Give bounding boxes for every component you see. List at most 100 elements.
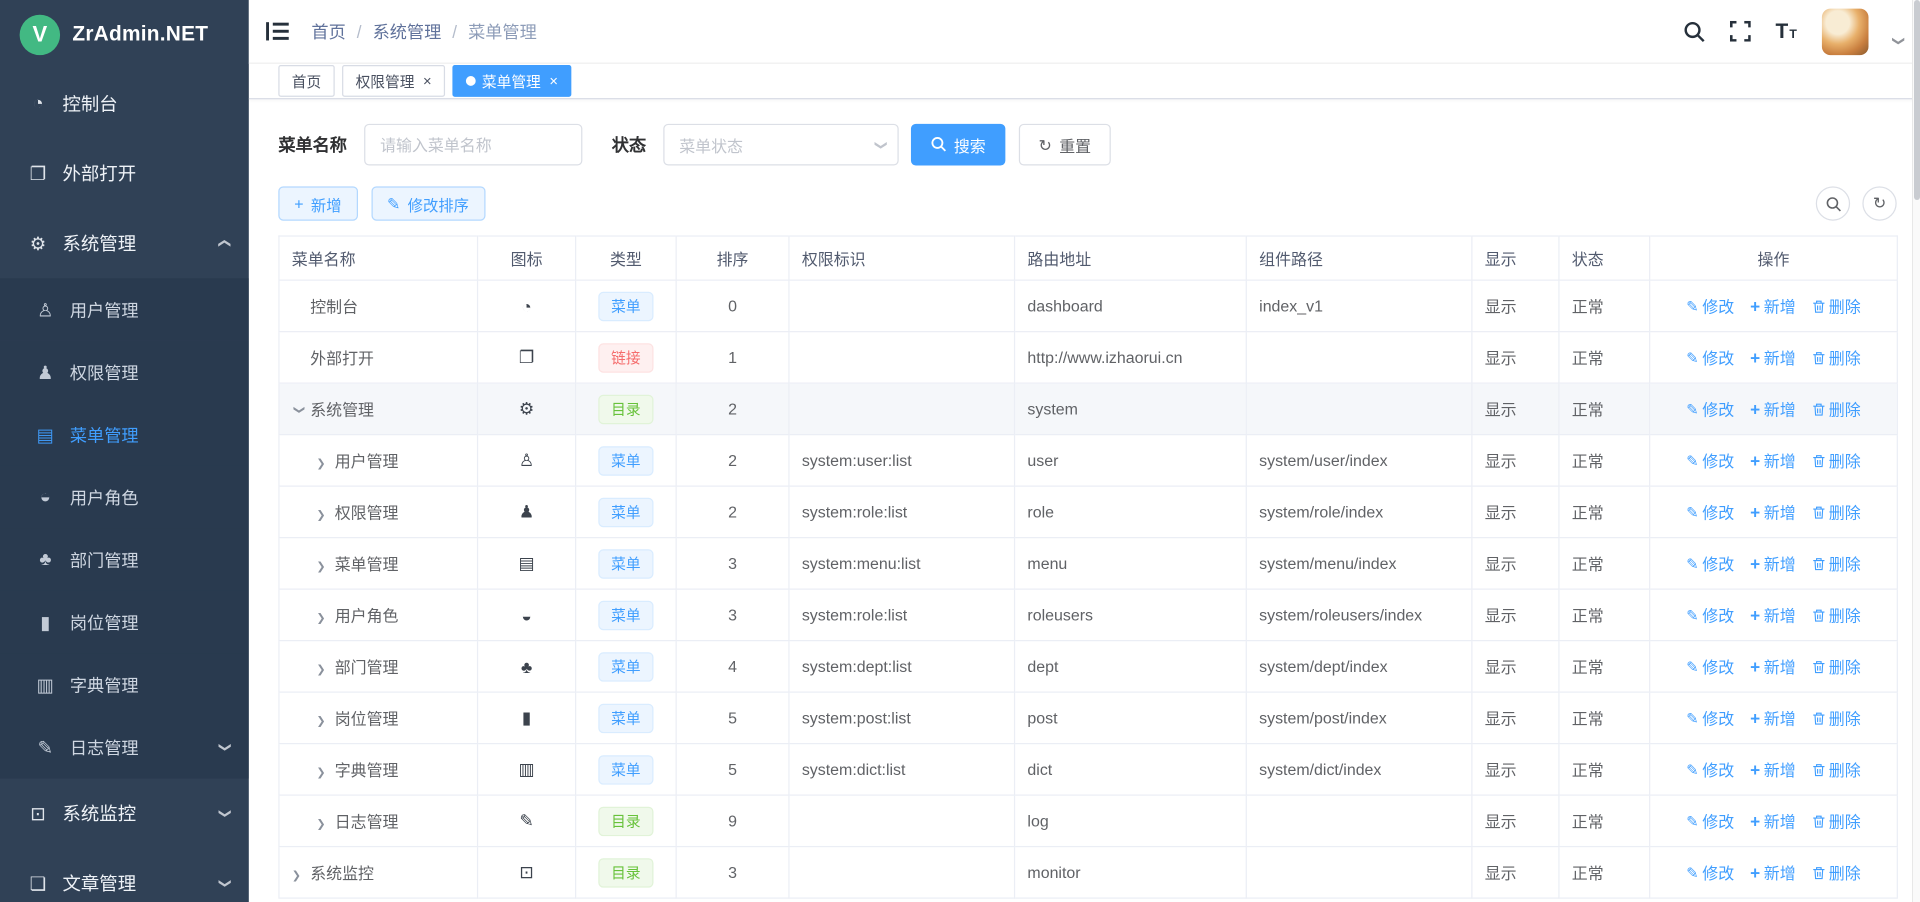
dashboard-icon: ◔ xyxy=(521,296,531,316)
tab-close-icon[interactable]: × xyxy=(549,74,558,89)
breadcrumb-item[interactable]: 菜单管理 xyxy=(468,19,537,44)
fullscreen-icon[interactable] xyxy=(1730,21,1751,42)
edit-link[interactable]: ✎修改 xyxy=(1686,346,1734,369)
delete-link[interactable]: 删除 xyxy=(1812,397,1861,420)
sidebar-item[interactable]: ♟权限管理 xyxy=(0,341,249,404)
font-size-icon[interactable]: TT xyxy=(1775,21,1796,42)
delete-link[interactable]: 删除 xyxy=(1812,294,1861,317)
user-avatar[interactable] xyxy=(1821,8,1868,55)
add-link[interactable]: +新增 xyxy=(1750,552,1796,575)
expand-arrow-icon[interactable]: ❯ xyxy=(316,560,334,573)
cell-sort: 5 xyxy=(676,692,789,743)
view-tab[interactable]: 首页 xyxy=(278,65,334,97)
expand-arrow-icon[interactable]: ❯ xyxy=(316,766,334,779)
tab-close-icon[interactable]: × xyxy=(423,74,432,89)
delete-link[interactable]: 删除 xyxy=(1812,706,1861,729)
plus-icon: + xyxy=(1750,709,1760,726)
expand-arrow-icon[interactable]: ❯ xyxy=(316,715,334,728)
sidebar-item[interactable]: ◔控制台 xyxy=(0,69,249,139)
edit-link[interactable]: ✎修改 xyxy=(1686,500,1734,523)
sidebar-item[interactable]: ♙用户管理 xyxy=(0,278,249,341)
search-icon xyxy=(931,135,947,153)
sidebar-item[interactable]: ⚙系统管理❯ xyxy=(0,208,249,278)
add-link[interactable]: +新增 xyxy=(1750,449,1796,472)
add-button[interactable]: + 新增 xyxy=(278,186,357,220)
view-tab[interactable]: 菜单管理× xyxy=(452,65,571,97)
sidebar-item[interactable]: ❏文章管理❯ xyxy=(0,848,249,902)
modify-sort-button[interactable]: ✎ 修改排序 xyxy=(371,186,485,220)
collapse-arrow-icon[interactable]: ❯ xyxy=(292,405,305,420)
header-search-icon[interactable] xyxy=(1684,20,1706,42)
edit-link[interactable]: ✎修改 xyxy=(1686,758,1734,781)
cell-type: 链接 xyxy=(576,332,677,383)
breadcrumb-item[interactable]: 首页 xyxy=(311,19,345,44)
sidebar-item[interactable]: ♣部门管理 xyxy=(0,528,249,591)
delete-link[interactable]: 删除 xyxy=(1812,346,1861,369)
edit-link[interactable]: ✎修改 xyxy=(1686,449,1734,472)
edit-link[interactable]: ✎修改 xyxy=(1686,706,1734,729)
table-row: 控制台 ◔ 菜单 0 dashboard index_v1 显示 正常 ✎修改 … xyxy=(279,280,1897,331)
sidebar-item[interactable]: ⊡系统监控❯ xyxy=(0,779,249,849)
delete-link[interactable]: 删除 xyxy=(1812,758,1861,781)
menu-name-input[interactable] xyxy=(364,124,582,166)
edit-link[interactable]: ✎修改 xyxy=(1686,552,1734,575)
cell-visible: 显示 xyxy=(1472,692,1559,743)
menu-collapse-icon[interactable] xyxy=(266,22,289,40)
view-tab[interactable]: 权限管理× xyxy=(342,65,445,97)
expand-arrow-icon[interactable]: ❯ xyxy=(316,663,334,676)
edit-link[interactable]: ✎修改 xyxy=(1686,861,1734,884)
sidebar-item[interactable]: ▮岗位管理 xyxy=(0,591,249,654)
add-link[interactable]: +新增 xyxy=(1750,706,1796,729)
search-button[interactable]: 搜索 xyxy=(911,124,1005,166)
add-link[interactable]: +新增 xyxy=(1750,655,1796,678)
sidebar-item[interactable]: ❐外部打开 xyxy=(0,139,249,209)
edit-link[interactable]: ✎修改 xyxy=(1686,809,1734,832)
breadcrumb-item[interactable]: 系统管理 xyxy=(373,19,442,44)
cell-component xyxy=(1246,795,1472,846)
sidebar-item-label: 菜单管理 xyxy=(70,422,139,447)
expand-arrow-icon[interactable]: ❯ xyxy=(316,612,334,625)
app-logo[interactable]: V ZrAdmin.NET xyxy=(0,0,249,69)
cell-component: system/role/index xyxy=(1246,486,1472,537)
cell-route: monitor xyxy=(1015,847,1247,898)
expand-arrow-icon[interactable]: ❯ xyxy=(316,509,334,522)
add-link[interactable]: +新增 xyxy=(1750,809,1796,832)
user-menu-caret-icon[interactable]: ❯ xyxy=(1891,36,1904,46)
edit-link[interactable]: ✎修改 xyxy=(1686,603,1734,626)
delete-link[interactable]: 删除 xyxy=(1812,449,1861,472)
expand-arrow-icon[interactable]: ❯ xyxy=(316,457,334,470)
scrollbar-thumb[interactable] xyxy=(1914,0,1920,200)
delete-link[interactable]: 删除 xyxy=(1812,655,1861,678)
page-scrollbar[interactable] xyxy=(1912,0,1920,902)
sidebar-item[interactable]: ✎日志管理❯ xyxy=(0,716,249,779)
edit-pencil-icon: ✎ xyxy=(1686,865,1698,880)
add-link[interactable]: +新增 xyxy=(1750,294,1796,317)
add-link[interactable]: +新增 xyxy=(1750,861,1796,884)
add-link[interactable]: +新增 xyxy=(1750,346,1796,369)
add-link[interactable]: +新增 xyxy=(1750,500,1796,523)
delete-link[interactable]: 删除 xyxy=(1812,552,1861,575)
delete-link[interactable]: 删除 xyxy=(1812,603,1861,626)
edit-link[interactable]: ✎修改 xyxy=(1686,655,1734,678)
edit-link[interactable]: ✎修改 xyxy=(1686,397,1734,420)
sidebar-item[interactable]: ◒用户角色 xyxy=(0,466,249,529)
expand-arrow-icon[interactable]: ❯ xyxy=(316,818,334,831)
add-link[interactable]: +新增 xyxy=(1750,758,1796,781)
cell-route: system xyxy=(1015,383,1247,434)
sidebar-item[interactable]: ▤菜单管理 xyxy=(0,403,249,466)
table-search-button[interactable] xyxy=(1816,186,1850,220)
add-link[interactable]: +新增 xyxy=(1750,603,1796,626)
add-link[interactable]: +新增 xyxy=(1750,397,1796,420)
status-select[interactable]: 菜单状态 ❯ xyxy=(663,124,898,166)
edit-pencil-icon: ✎ xyxy=(1686,608,1698,623)
expand-arrow-icon[interactable]: ❯ xyxy=(292,869,310,882)
sidebar-item[interactable]: ▥字典管理 xyxy=(0,653,249,716)
reset-button[interactable]: ↻ 重置 xyxy=(1019,124,1111,166)
delete-link[interactable]: 删除 xyxy=(1812,861,1861,884)
table-refresh-button[interactable]: ↻ xyxy=(1862,186,1896,220)
sidebar-item-label: 外部打开 xyxy=(63,161,137,187)
edit-link[interactable]: ✎修改 xyxy=(1686,294,1734,317)
cell-sort: 0 xyxy=(676,280,789,331)
delete-link[interactable]: 删除 xyxy=(1812,809,1861,832)
delete-link[interactable]: 删除 xyxy=(1812,500,1861,523)
